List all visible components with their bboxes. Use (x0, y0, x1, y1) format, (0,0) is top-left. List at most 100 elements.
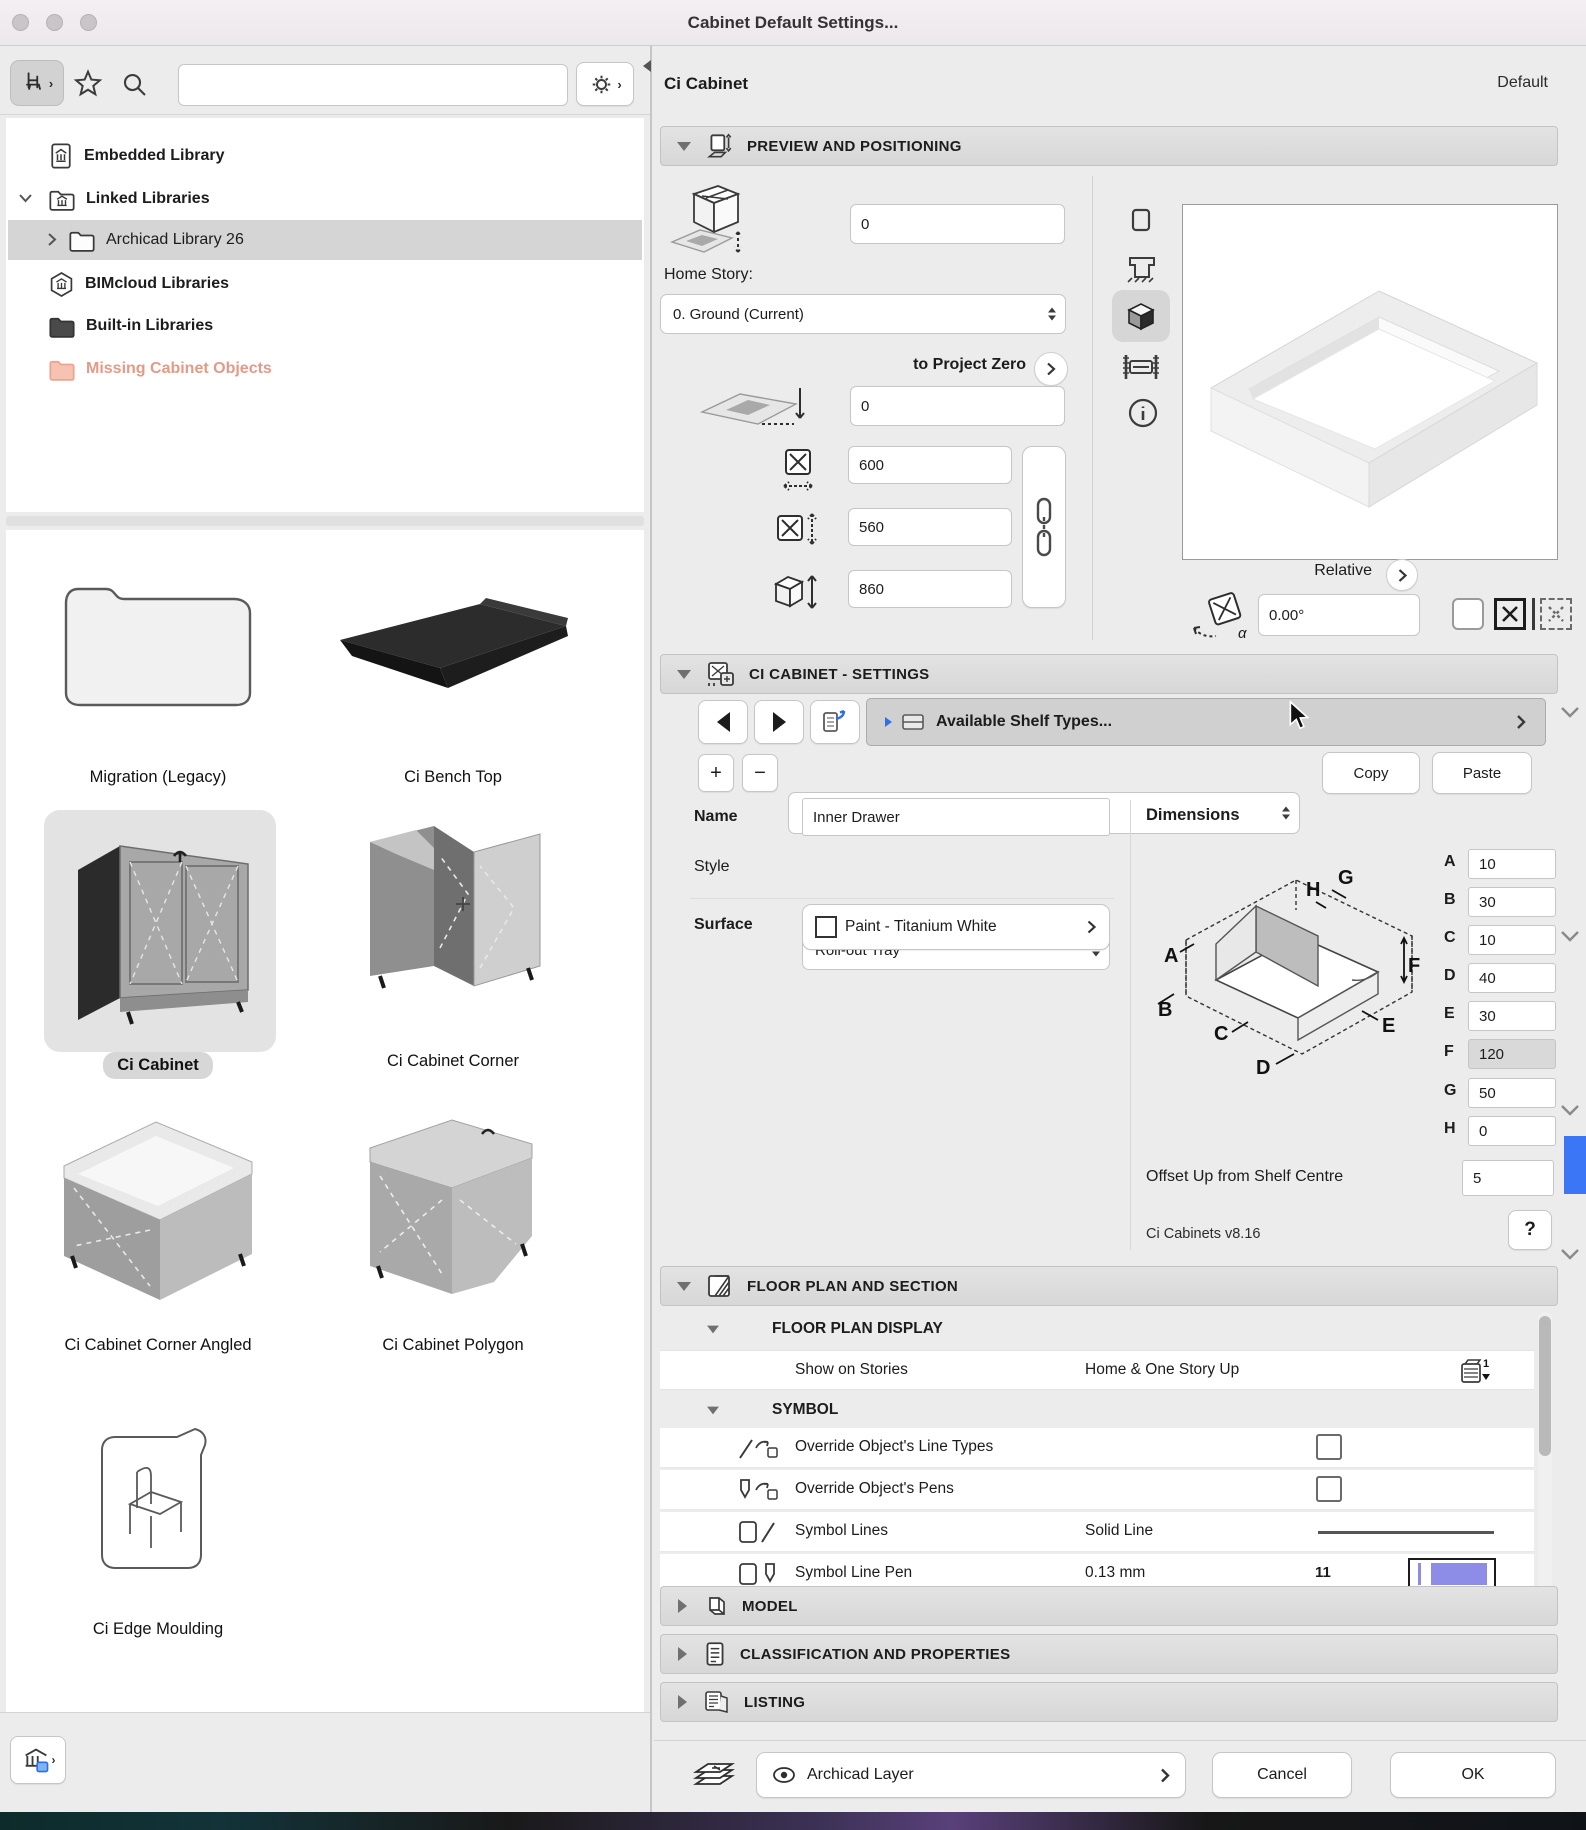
override-line-types-checkbox[interactable] (1316, 1434, 1342, 1460)
sidebar-item-archicad-library-26[interactable]: Archicad Library 26 (68, 220, 244, 260)
dim-c-field[interactable]: 10 (1468, 925, 1556, 955)
help-button[interactable]: ? (1508, 1210, 1552, 1250)
info-button[interactable] (1126, 396, 1160, 430)
row-override-pens[interactable]: Override Object's Pens (660, 1470, 1534, 1510)
dim-h-field[interactable]: 0 (1468, 1116, 1556, 1146)
dim-d-field[interactable]: 40 (1468, 963, 1556, 993)
paste-button[interactable]: Paste (1432, 752, 1532, 794)
symbol-line-pen-icon (736, 1560, 780, 1588)
mirror-on-icon[interactable] (1494, 598, 1526, 630)
subsection-symbol[interactable]: SYMBOL (660, 1392, 1534, 1428)
section-model[interactable]: MODEL (660, 1586, 1558, 1626)
remove-shelf-button[interactable]: − (742, 754, 778, 792)
inner-scrollbar-thumb[interactable] (1539, 1316, 1551, 1456)
mirror-off-icon[interactable] (1540, 598, 1572, 630)
thumbnail-label[interactable]: Ci Cabinet Corner Angled (20, 1336, 296, 1355)
height-dimension-icon (770, 570, 822, 616)
thumbnail-label[interactable]: Migration (Legacy) (30, 768, 286, 787)
to-project-zero-button[interactable] (1034, 352, 1068, 386)
section-classification-properties[interactable]: CLASSIFICATION AND PROPERTIES (660, 1634, 1558, 1674)
sidebar-item-bimcloud-libraries[interactable]: BIMcloud Libraries (48, 264, 229, 304)
thumbnail-label[interactable]: Ci Cabinet Polygon (330, 1336, 576, 1355)
chevron-down-icon[interactable] (18, 192, 33, 204)
favorites-button[interactable] (72, 68, 104, 100)
section-floor-plan[interactable]: FLOOR PLAN AND SECTION (660, 1266, 1558, 1306)
add-shelf-button[interactable]: + (698, 754, 734, 792)
rotation-angle-field[interactable]: 0.00° (1258, 594, 1420, 636)
row-symbol-lines[interactable]: Symbol Lines Solid Line (660, 1512, 1534, 1552)
object-preview-viewport[interactable] (1182, 204, 1558, 560)
dim-g-field[interactable]: 50 (1468, 1078, 1556, 1108)
section-ci-cabinet-settings[interactable]: CI CABINET - SETTINGS (660, 654, 1558, 694)
thumbnail-label[interactable]: Ci Bench Top (330, 768, 576, 787)
scroll-chevron-icon[interactable] (1560, 1248, 1580, 1260)
thumbnail-ci-bench-top[interactable] (330, 596, 572, 700)
sidebar-item-missing-cabinet-objects[interactable]: Missing Cabinet Objects (48, 349, 272, 389)
previous-page-button[interactable] (698, 700, 748, 744)
section-preview-positioning[interactable]: PREVIEW AND POSITIONING (660, 126, 1558, 166)
sidebar-item-embedded-library[interactable]: Embedded Library (48, 136, 224, 176)
width-field[interactable]: 600 (848, 446, 1012, 484)
thumbnail-label[interactable]: Ci Edge Moulding (30, 1620, 286, 1639)
object-type-button[interactable]: › (10, 60, 64, 106)
override-pens-checkbox[interactable] (1316, 1476, 1342, 1502)
row-override-line-types[interactable]: Override Object's Line Types (660, 1428, 1534, 1468)
settings-page-selector[interactable]: Available Shelf Types... (866, 698, 1546, 746)
view-2d-symbol-button[interactable] (1130, 206, 1152, 234)
top-offset-field[interactable]: 0 (850, 204, 1065, 244)
surface-button[interactable]: Paint - Titanium White (802, 904, 1110, 950)
bottom-offset-field[interactable]: 0 (850, 386, 1065, 426)
dim-f-field-selected[interactable]: 120 (1468, 1039, 1556, 1069)
view-front-button[interactable] (1122, 252, 1162, 286)
ok-button[interactable]: OK (1390, 1752, 1556, 1798)
collapse-panel-icon[interactable] (643, 60, 651, 72)
dim-label: G (1444, 1082, 1457, 1099)
thumbnail-ci-cabinet[interactable] (62, 822, 258, 1032)
thumbnail-ci-cabinet-polygon[interactable] (356, 1104, 546, 1310)
depth-field[interactable]: 560 (848, 508, 1012, 546)
library-settings-button[interactable]: › (576, 62, 634, 106)
use-symbol-rotation-checkbox[interactable] (1452, 598, 1484, 630)
subsection-floor-plan-display[interactable]: FLOOR PLAN DISPLAY (660, 1310, 1534, 1348)
panel-splitter[interactable] (6, 516, 644, 526)
thumbnail-migration-legacy[interactable] (60, 581, 256, 707)
transfer-settings-button[interactable] (810, 700, 860, 744)
sidebar-item-linked-libraries[interactable]: Linked Libraries (48, 179, 210, 219)
rotation-angle-value: 0.00° (1269, 606, 1305, 624)
library-manager-button[interactable]: › (10, 1736, 66, 1784)
scroll-chevron-icon[interactable] (1560, 706, 1580, 718)
cancel-button[interactable]: Cancel (1212, 1752, 1352, 1798)
thumbnail-label[interactable]: Ci Cabinet Corner (330, 1052, 576, 1071)
home-story-select[interactable]: 0. Ground (Current) (660, 294, 1066, 334)
search-input[interactable] (178, 64, 568, 106)
dim-b-field[interactable]: 30 (1468, 887, 1556, 917)
relative-button[interactable] (1386, 559, 1418, 591)
next-page-button[interactable] (754, 700, 804, 744)
scroll-chevron-icon[interactable] (1560, 930, 1580, 942)
chevron-right-icon[interactable] (46, 232, 58, 247)
tree-item-label: Built-in Libraries (86, 317, 214, 334)
scroll-chevron-icon[interactable] (1560, 1104, 1580, 1116)
row-show-on-stories[interactable]: Show on Stories Home & One Story Up 1 (660, 1350, 1534, 1390)
triangle-down-icon (707, 1406, 719, 1414)
dim-a-field[interactable]: 10 (1468, 849, 1556, 879)
search-button[interactable] (120, 70, 150, 100)
thumbnail-ci-cabinet-corner[interactable] (356, 808, 552, 1032)
thumbnail-ci-cabinet-corner-angled[interactable] (48, 1104, 270, 1310)
preview-animation-button[interactable] (1120, 350, 1162, 384)
thumbnail-ci-edge-moulding[interactable] (92, 1426, 228, 1572)
offset-field[interactable]: 5 (1462, 1160, 1554, 1196)
view-3d-button[interactable] (1112, 290, 1170, 342)
copy-button[interactable]: Copy (1322, 752, 1420, 794)
height-field[interactable]: 860 (848, 570, 1012, 608)
link-dimensions-button[interactable] (1022, 446, 1066, 608)
sidebar-item-built-in-libraries[interactable]: Built-in Libraries (48, 306, 213, 346)
thumbnail-label-selected[interactable]: Ci Cabinet (30, 1052, 286, 1079)
section-listing[interactable]: LISTING (660, 1682, 1558, 1722)
panel-divider[interactable] (650, 46, 652, 1812)
dialog-scrollbar-thumb[interactable] (1564, 1136, 1586, 1194)
line-type-preview[interactable] (1318, 1531, 1494, 1534)
layer-select[interactable]: Archicad Layer (756, 1752, 1186, 1798)
name-field[interactable]: Inner Drawer (802, 798, 1110, 836)
dim-e-field[interactable]: 30 (1468, 1001, 1556, 1031)
